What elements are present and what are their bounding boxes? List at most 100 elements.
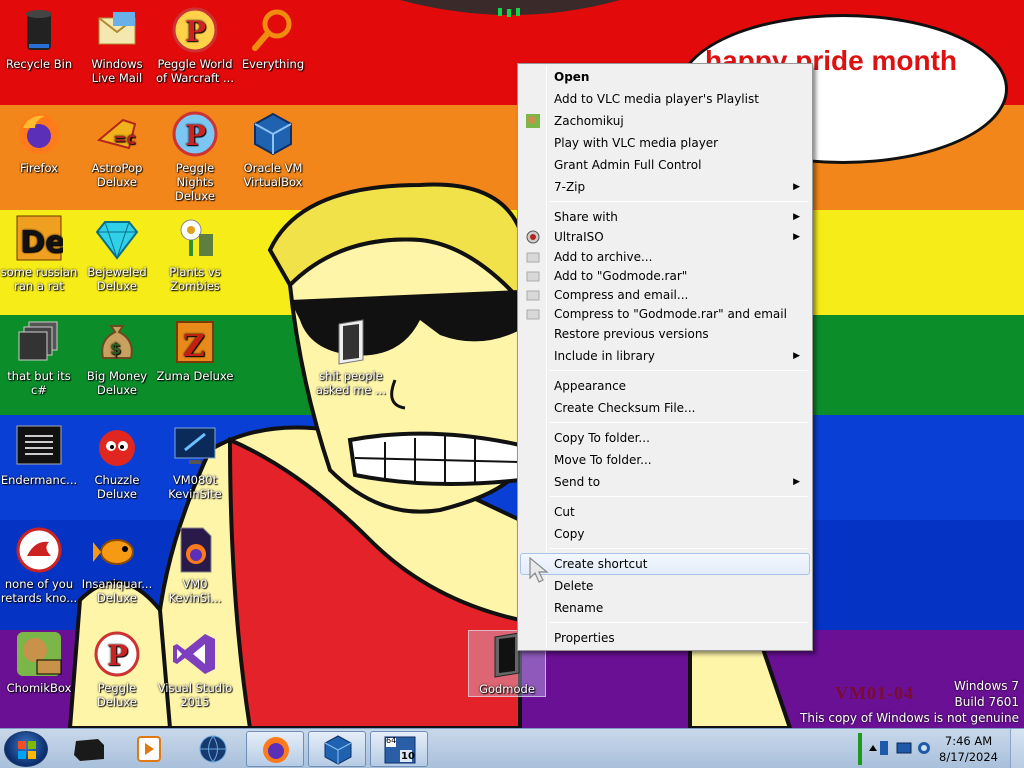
virtualbox-icon — [254, 112, 292, 156]
desktop-icon-recycle-bin[interactable]: Recycle Bin — [0, 6, 78, 71]
menu-item-add-to-vlc-playlist[interactable]: Add to VLC media player's Playlist — [520, 88, 810, 110]
menu-item-play-with-vlc[interactable]: Play with VLC media player — [520, 132, 810, 154]
clock-time: 7:46 AM — [944, 734, 993, 748]
taskbar-button-vm[interactable]: 64 10 — [370, 731, 428, 767]
desktop-icon-peggle-world-of-warcraft[interactable]: P Peggle World of Warcraft ... — [156, 6, 234, 85]
start-button[interactable] — [4, 731, 48, 767]
taskbar-clock[interactable]: 7:46 AM 8/17/2024 — [939, 733, 998, 765]
menu-item-delete[interactable]: Delete — [520, 575, 810, 597]
desktop-icon-visual-studio-2015[interactable]: Visual Studio 2015 — [156, 630, 234, 709]
desktop-icon-shit-people-asked-me[interactable]: shit people asked me ... — [312, 318, 390, 397]
desktop-icon-zuma-deluxe[interactable]: Z Zuma Deluxe — [156, 318, 234, 383]
menu-item-restore-previous-versions[interactable]: Restore previous versions — [520, 323, 810, 345]
desktop-icon-label: shit people asked me ... — [315, 369, 387, 397]
system-tray: 7:46 AM 8/17/2024 — [858, 729, 1024, 768]
menu-item-ultraiso[interactable]: UltraISO ▶ — [520, 226, 810, 248]
desktop-icon-label: that but its c# — [7, 369, 71, 397]
desktop-icon-label: Godmode — [479, 682, 535, 696]
menu-item-label: Restore previous versions — [554, 327, 709, 341]
menu-item-properties[interactable]: Properties — [520, 627, 810, 649]
media-player-icon — [137, 736, 161, 762]
desktop-icon-none-of-you-retards-know[interactable]: none of you retards kno... — [0, 526, 78, 605]
gem-icon — [95, 221, 139, 260]
menu-item-label: Open — [554, 70, 590, 84]
desktop-icon-peggle-nights-deluxe[interactable]: P Peggle Nights Deluxe — [156, 110, 234, 203]
menu-item-grant-admin-full-control[interactable]: Grant Admin Full Control — [520, 154, 810, 176]
taskbar-button-media[interactable] — [120, 731, 178, 767]
desktop-icon-chomikbox[interactable]: ChomikBox — [0, 630, 78, 695]
desktop-icon-label: some russian ran a rat — [0, 265, 78, 293]
taskbar: 64 10 7:46 AM 8/17/2024 — [0, 728, 1024, 768]
zuma-icon: Z — [176, 321, 214, 364]
submenu-arrow-icon: ▶ — [793, 351, 800, 361]
stack-icon — [18, 321, 58, 361]
desktop-icon-label: Big Money Deluxe — [86, 369, 148, 397]
desktop-icon-vm080t-kevinsite[interactable]: VM080t KevinSite — [156, 422, 234, 501]
menu-item-zachomikuj[interactable]: Zachomikuj — [520, 110, 810, 132]
windows-edition: Windows 7 — [953, 679, 1019, 693]
desktop-icon-that-but-its-c[interactable]: that but its c# — [0, 318, 78, 397]
taskbar-button-firefox[interactable] — [246, 731, 304, 767]
windows-logo-icon — [18, 741, 36, 759]
desktop-icon-vm0-kevinsite[interactable]: VM0 KevinSi... — [156, 526, 234, 605]
menu-item-copy[interactable]: Copy — [520, 523, 810, 545]
submenu-arrow-icon: ▶ — [793, 212, 800, 222]
desktop-icon-label: Peggle Deluxe — [97, 681, 137, 709]
menu-item-label: Add to archive... — [554, 250, 653, 264]
device-tray-icon[interactable] — [878, 739, 892, 757]
visual-studio-icon — [173, 634, 215, 674]
taskbar-button-virtualbox[interactable] — [308, 731, 366, 767]
menu-item-create-shortcut[interactable]: Create shortcut — [520, 553, 810, 575]
taskbar-button-globe[interactable] — [184, 731, 242, 767]
menu-item-copy-to-folder[interactable]: Copy To folder... — [520, 427, 810, 449]
firefox-icon — [19, 114, 59, 154]
magnifier-icon — [252, 9, 292, 51]
desktop-icon-firefox[interactable]: Firefox — [0, 110, 78, 175]
show-desktop-button[interactable] — [1010, 729, 1024, 768]
winrar-icon — [526, 290, 540, 301]
menu-item-send-to[interactable]: Send to ▶ — [520, 471, 810, 493]
menu-item-label: 7-Zip — [554, 180, 586, 194]
tray-indicator — [858, 733, 862, 765]
desktop-icon-oracle-vm-virtualbox[interactable]: Oracle VM VirtualBox — [234, 110, 312, 189]
menu-separator — [550, 370, 808, 371]
menu-item-label: Appearance — [554, 379, 627, 393]
recycle-bin-icon — [26, 10, 52, 50]
menu-item-7zip[interactable]: 7-Zip ▶ — [520, 176, 810, 198]
desktop-icon-label: Bejeweled Deluxe — [87, 265, 147, 293]
desktop-icon-windows-live-mail[interactable]: Windows Live Mail — [78, 6, 156, 85]
desktop-icon-label: Windows Live Mail — [91, 57, 143, 85]
desktop-icon-astropop-deluxe[interactable]: =c AstroPop Deluxe — [78, 110, 156, 189]
peggle-icon: P — [94, 631, 140, 677]
desktop-icon-everything[interactable]: Everything — [234, 6, 312, 71]
menu-item-label: Add to "Godmode.rar" — [554, 269, 688, 283]
desktop-icon-endermanch[interactable]: Endermanc... — [0, 422, 78, 487]
volume-tray-icon[interactable] — [916, 739, 932, 757]
desktop-icon-chuzzle-deluxe[interactable]: Chuzzle Deluxe — [78, 422, 156, 501]
menu-item-move-to-folder[interactable]: Move To folder... — [520, 449, 810, 471]
desktop-icon-plants-vs-zombies[interactable]: Plants vs Zombies — [156, 214, 234, 293]
network-tray-icon[interactable] — [896, 741, 914, 755]
desktop-icon-big-money-deluxe[interactable]: $ Big Money Deluxe — [78, 318, 156, 397]
desktop-icon-insaniquarium-deluxe[interactable]: Insaniquar... Deluxe — [78, 526, 156, 605]
taskbar-button-terminal[interactable] — [60, 731, 118, 767]
menu-item-include-in-library[interactable]: Include in library ▶ — [520, 345, 810, 367]
menu-item-label: Copy To folder... — [554, 431, 650, 445]
menu-item-rename[interactable]: Rename — [520, 597, 810, 619]
menu-item-compress-to-godmode-rar-and-email[interactable]: Compress to "Godmode.rar" and email — [520, 303, 810, 325]
menu-item-cut[interactable]: Cut — [520, 501, 810, 523]
menu-item-label: Grant Admin Full Control — [554, 158, 702, 172]
folder-icon — [338, 319, 364, 365]
desktop-icon-bejeweled-deluxe[interactable]: Bejeweled Deluxe — [78, 214, 156, 293]
menu-item-create-checksum-file[interactable]: Create Checksum File... — [520, 397, 810, 419]
show-hidden-icons-arrow-icon[interactable] — [868, 743, 878, 753]
menu-item-share-with[interactable]: Share with ▶ — [520, 206, 810, 228]
menu-item-open[interactable]: Open — [520, 66, 810, 88]
menu-item-label: Play with VLC media player — [554, 136, 719, 150]
menu-item-label: Send to — [554, 475, 601, 489]
menu-item-appearance[interactable]: Appearance — [520, 375, 810, 397]
menu-item-label: Delete — [554, 579, 594, 593]
desktop-icon-label: AstroPop Deluxe — [91, 161, 143, 189]
desktop-icon-peggle-deluxe[interactable]: P Peggle Deluxe — [78, 630, 156, 709]
desktop-icon-some-russian-ran-a-rat[interactable]: De some russian ran a rat — [0, 214, 78, 293]
